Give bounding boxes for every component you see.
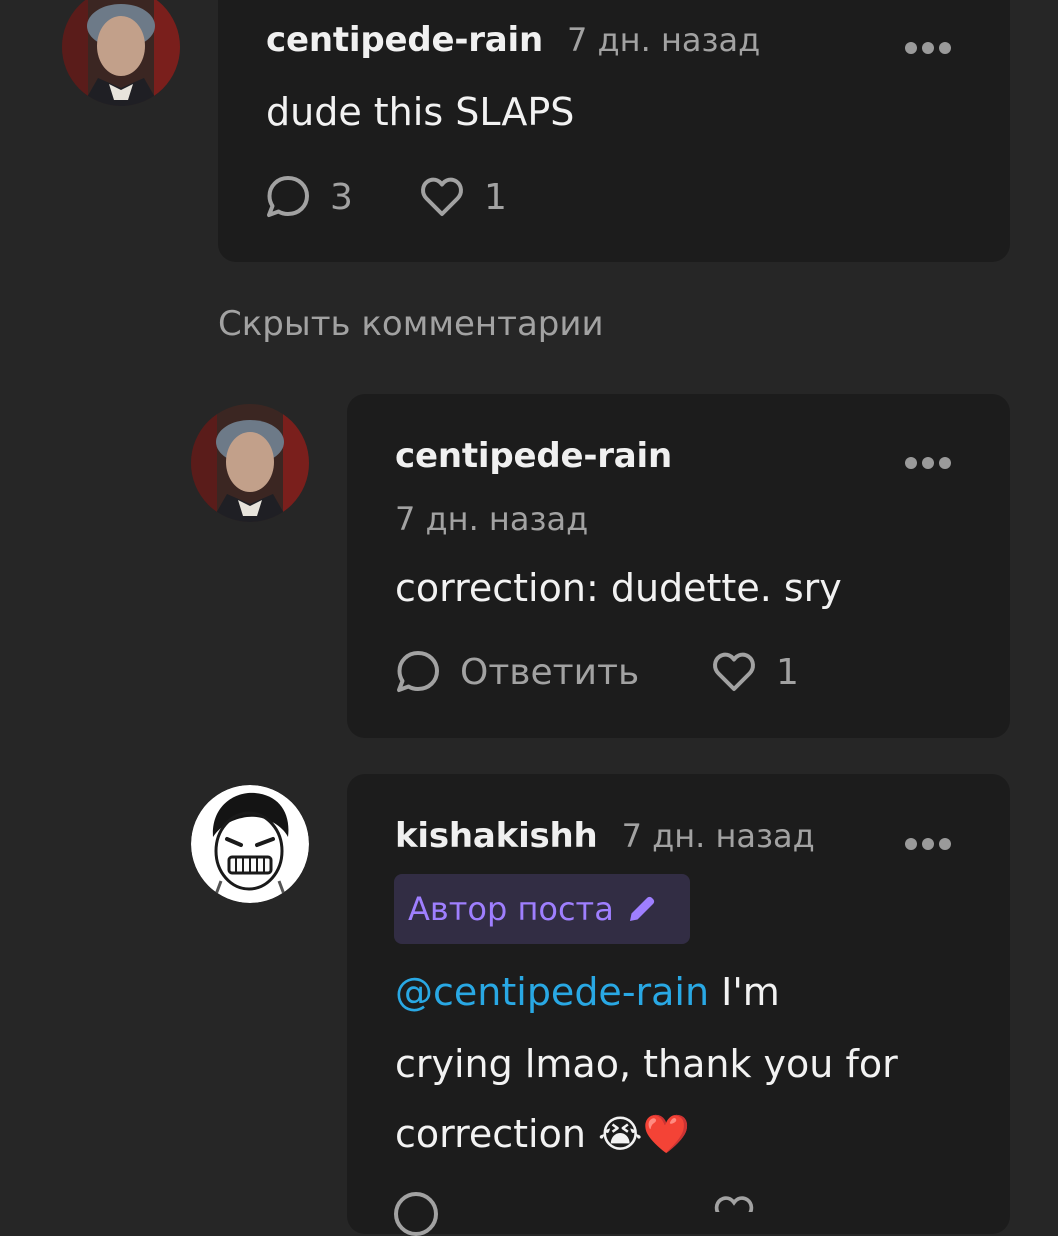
avatar[interactable] (191, 404, 309, 522)
badge-label: Автор поста (408, 890, 614, 928)
mention-link[interactable]: @centipede-rain (395, 970, 709, 1014)
reply-text-line-2: crying lmao, thank you for (395, 1042, 898, 1086)
reply-text: correction (395, 1112, 586, 1156)
reply-text: correction: dudette. sry (395, 566, 842, 610)
comment-icon[interactable] (394, 1192, 438, 1236)
comment-text: dude this SLAPS (266, 90, 575, 134)
comment-icon (267, 176, 309, 217)
like-button[interactable]: 1 (418, 173, 507, 221)
reply-text-line-3: correction 😭❤️ (395, 1098, 690, 1170)
timestamp: 7 дн. назад (567, 21, 761, 59)
avatar[interactable] (62, 0, 180, 106)
timestamp: 7 дн. назад (621, 817, 815, 855)
avatar-image (191, 404, 309, 522)
reply-header: kishakishh 7 дн. назад (395, 816, 815, 856)
reply-label: Ответить (460, 651, 640, 693)
post-author-badge: Автор поста (394, 874, 690, 944)
timestamp: 7 дн. назад (395, 500, 589, 538)
username[interactable]: centipede-rain (395, 436, 672, 476)
more-icon[interactable] (905, 36, 951, 60)
comment-icon (397, 651, 439, 692)
emoji: 😭❤️ (598, 1112, 690, 1156)
avatar-image (191, 785, 309, 903)
heart-icon (713, 652, 755, 691)
more-icon[interactable] (905, 451, 951, 475)
comment-header: centipede-rain 7 дн. назад (266, 20, 760, 60)
reply-count: 3 (330, 176, 353, 218)
pencil-icon (629, 896, 654, 921)
reply-text: I'm (709, 970, 780, 1014)
heart-icon (421, 177, 463, 216)
more-icon[interactable] (905, 832, 951, 856)
like-button[interactable]: 1 (710, 648, 799, 696)
avatar[interactable] (191, 785, 309, 903)
username[interactable]: kishakishh (395, 816, 598, 856)
reply-text-line-1: @centipede-rain I'm (395, 956, 780, 1028)
reply-count-button[interactable]: 3 (264, 173, 353, 221)
heart-icon[interactable] (712, 1192, 756, 1212)
reply-header: centipede-rain (395, 436, 672, 476)
reply-button[interactable]: Ответить (394, 648, 639, 696)
like-count: 1 (484, 176, 507, 218)
username[interactable]: centipede-rain (266, 20, 543, 60)
hide-comments-link[interactable]: Скрыть комментарии (218, 304, 604, 344)
avatar-image (62, 0, 180, 106)
like-count: 1 (776, 651, 799, 693)
